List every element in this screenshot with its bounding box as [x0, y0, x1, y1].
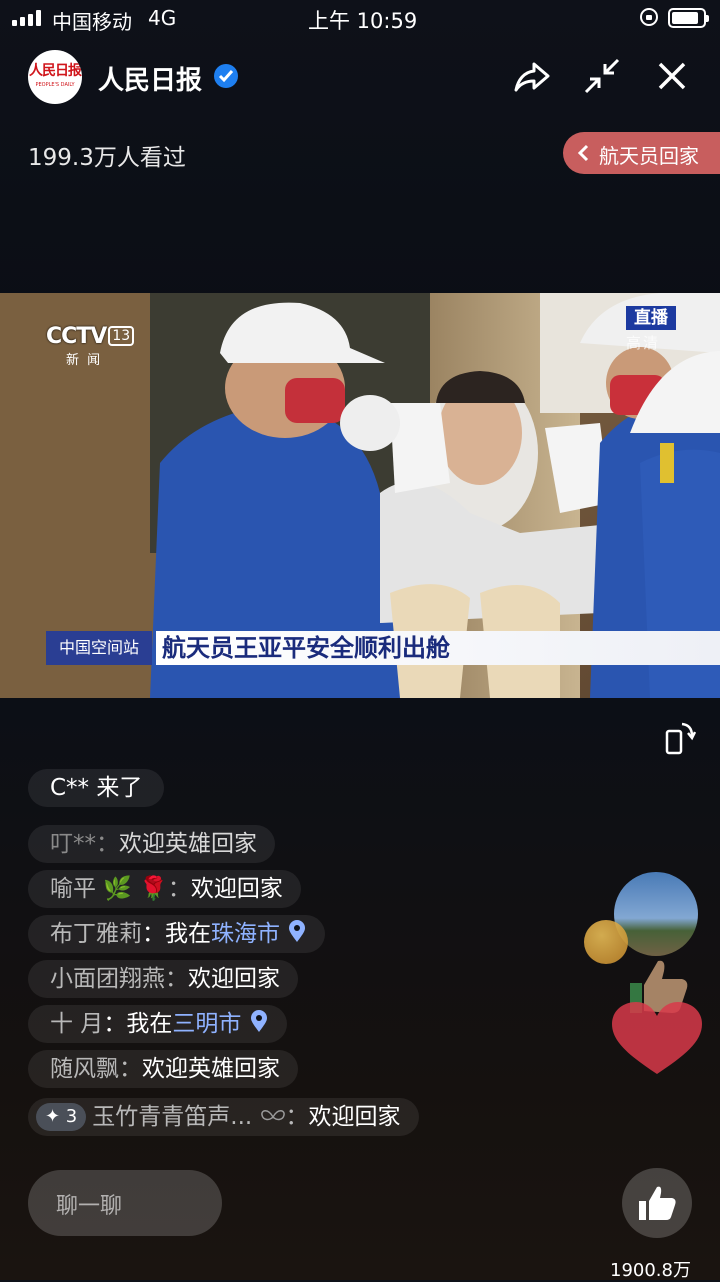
- news-ticker: 中国空间站 航天员王亚平安全顺利出舱: [46, 631, 720, 665]
- comment-text: 欢迎英雄回家: [142, 1056, 280, 1082]
- join-notice: C** 来了: [28, 769, 165, 807]
- channel-sub: 新 闻: [66, 353, 103, 368]
- comment-nick: 叮**: [50, 831, 96, 857]
- comment-text: 欢迎英雄回家: [119, 831, 257, 857]
- comment-separator: ：: [167, 876, 191, 902]
- viewer-count: 199.3万人看过: [28, 145, 186, 171]
- comment-text: 欢迎回家: [308, 1104, 401, 1130]
- comment-item: 十 月：我在三明市: [28, 1005, 287, 1043]
- comment-nick: 喻平: [50, 876, 96, 902]
- comment-nick: 随风飘: [50, 1056, 119, 1082]
- comment-item: 喻平 🌿 🌹：欢迎回家: [28, 870, 301, 908]
- lock-rotation-icon: [640, 8, 658, 26]
- comment-separator: ：: [96, 831, 119, 857]
- comment-item: 布丁雅莉：我在珠海市: [28, 915, 326, 953]
- thumbs-up-icon: [639, 1186, 676, 1220]
- topic-tag[interactable]: 航天员回家: [563, 132, 720, 174]
- logo-text: 人民日报: [29, 63, 82, 79]
- comment-prefix: ：我在: [142, 921, 211, 947]
- channel-logo: CCTV 13 新 闻: [46, 324, 135, 368]
- signal-icon: [12, 10, 42, 26]
- comment-city-link[interactable]: 珠海市: [211, 921, 280, 947]
- ticker-headline: 航天员王亚平安全顺利出舱: [156, 631, 720, 665]
- comment-nick: 小面团翔燕: [50, 966, 165, 992]
- comment-item: 小面团翔燕：欢迎回家: [28, 960, 298, 998]
- comment-separator: ：: [285, 1104, 309, 1130]
- comment-item: 随风飘：欢迎英雄回家: [28, 1050, 298, 1088]
- ticker-section: 中国空间站: [46, 631, 152, 665]
- like-button[interactable]: [622, 1168, 692, 1238]
- butterfly-icon: [260, 1110, 285, 1121]
- comment-text: 欢迎回家: [188, 966, 280, 992]
- minimize-icon[interactable]: [582, 56, 622, 96]
- close-icon[interactable]: [652, 56, 692, 96]
- emoji-leaf-rose: 🌿 🌹: [103, 876, 168, 902]
- chat-input-placeholder: 聊一聊: [56, 1194, 123, 1219]
- comment-nick: 布丁雅莉: [50, 921, 142, 947]
- network-label: 4G: [148, 6, 177, 30]
- clock: 上午 10:59: [308, 9, 418, 33]
- verified-icon: [214, 64, 238, 88]
- channel-logo-text: CCTV: [46, 324, 107, 349]
- logo-subtext: PEOPLE'S DAILY: [35, 82, 75, 88]
- chat-input[interactable]: 聊一聊: [28, 1170, 222, 1236]
- comment-prefix: ：我在: [103, 1011, 173, 1037]
- quality-label: 高清: [626, 334, 661, 352]
- chevron-left-icon: [577, 144, 589, 162]
- comment-text: 欢迎回家: [190, 876, 283, 902]
- location-pin-icon: [250, 1010, 267, 1032]
- share-icon[interactable]: [512, 56, 552, 96]
- location-pin-icon: [289, 920, 306, 942]
- carrier-label: 中国移动: [52, 10, 132, 34]
- battery-icon: [668, 8, 709, 28]
- comment-nick: 玉竹青青笛声...: [92, 1104, 253, 1130]
- battery-fill: [672, 12, 698, 24]
- comment-city-link[interactable]: 三明市: [172, 1011, 241, 1037]
- comment-separator: ：: [165, 966, 188, 992]
- like-count: 1900.8万: [610, 1260, 691, 1281]
- heart-icon: [612, 1002, 702, 1074]
- comment-item: ✦ 3 玉竹青青笛声... ：欢迎回家: [28, 1098, 419, 1136]
- live-badge: 直播: [626, 306, 676, 330]
- fan-level-badge: ✦ 3: [36, 1103, 87, 1131]
- account-avatar[interactable]: 人民日报 PEOPLE'S DAILY: [28, 50, 82, 104]
- comment-separator: ：: [119, 1056, 142, 1082]
- status-bar: 中国移动 4G 上午 10:59: [0, 0, 720, 36]
- comment-item: 叮**：欢迎英雄回家: [28, 825, 275, 863]
- rotate-screen-icon[interactable]: [664, 720, 697, 756]
- comment-nick: 十 月: [50, 1011, 104, 1037]
- channel-number: 13: [108, 326, 135, 346]
- topic-tag-label: 航天员回家: [599, 144, 699, 168]
- account-name[interactable]: 人民日报: [98, 60, 202, 97]
